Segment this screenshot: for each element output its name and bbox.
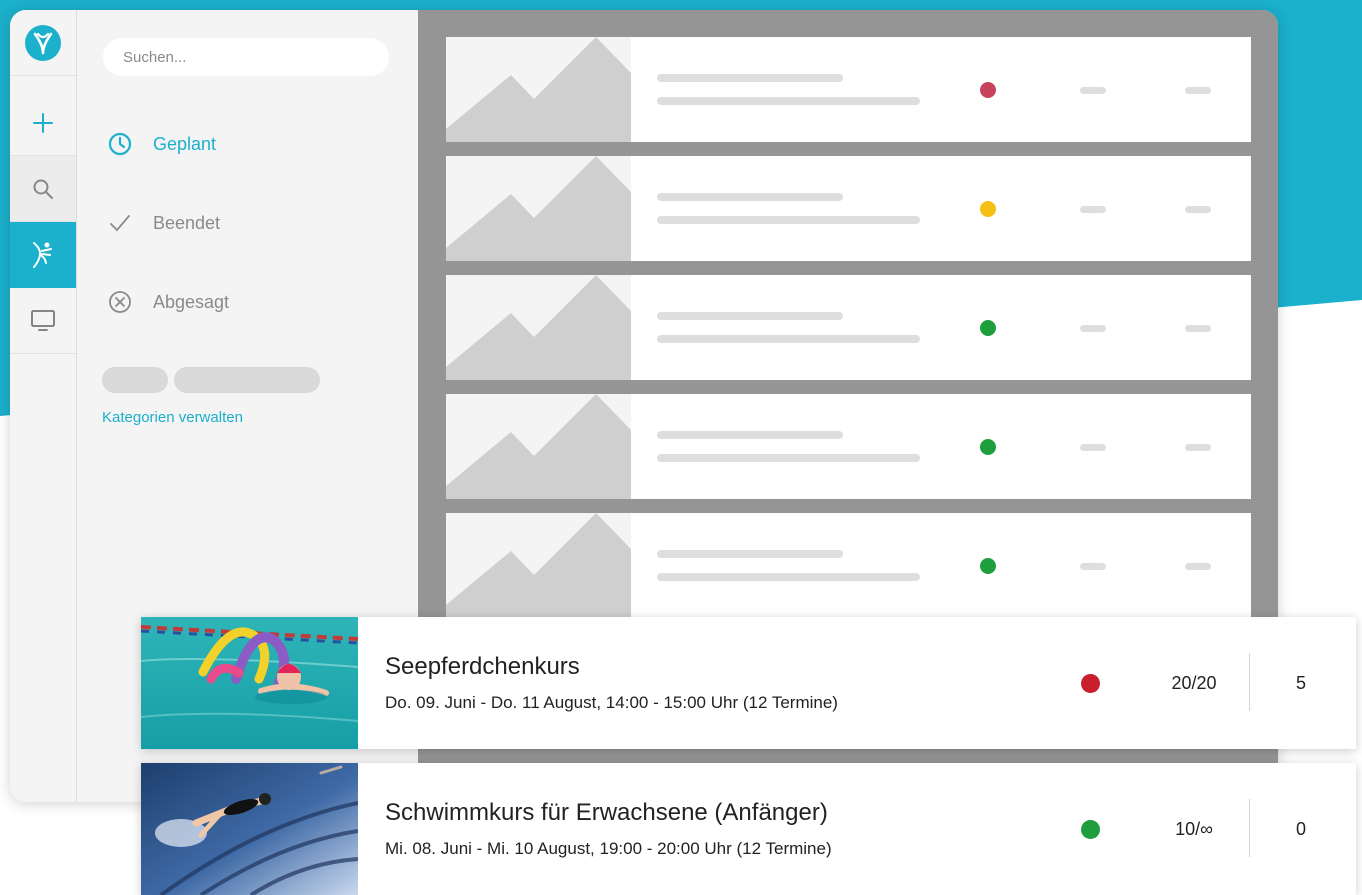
capacity-count: 20/20 [1171,673,1217,693]
dancer-icon [33,242,52,268]
placeholder-row [446,513,1251,618]
filter-abgesagt[interactable]: Abgesagt [107,289,229,315]
status-dot [980,558,996,574]
placeholder-row [446,37,1251,142]
circle-x-icon [107,289,133,315]
filter-label: Geplant [153,133,217,154]
filter-label: Abgesagt [153,291,230,312]
course-date: Do. 09. Juni - Do. 11 August, 14:00 - 15… [385,693,838,712]
capacity-count: 10/∞ [1175,819,1213,839]
add-button[interactable] [10,90,76,156]
search-icon [33,179,53,199]
status-dot-full [1081,674,1100,693]
course-title: Seepferdchenkurs [385,653,580,680]
adult-underwater-swimmer-photo [141,763,358,895]
search-input[interactable] [103,38,389,76]
status-dot [980,439,996,455]
waitlist-count: 0 [1295,819,1306,839]
waitlist-count: 5 [1295,673,1306,693]
checkmark-icon [107,210,133,236]
divider [1249,653,1250,711]
category-chip[interactable] [102,367,168,393]
status-dot [980,201,996,217]
course-title: Schwimmkurs für Erwachsene (Anfänger) [385,799,828,826]
image-placeholder-icon [446,275,631,380]
course-card-seepferdchenkurs[interactable]: Seepferdchenkurs Do. 09. Juni - Do. 11 A… [141,617,1356,749]
image-placeholder-icon [446,394,631,499]
divider [1249,799,1250,857]
filter-beendet[interactable]: Beendet [107,210,220,236]
monitor-icon [31,309,55,331]
placeholder-row [446,394,1251,499]
app-logo[interactable] [10,10,76,76]
placeholder-row [446,156,1251,261]
placeholder-row [446,275,1251,380]
image-placeholder-icon [446,156,631,261]
courses-nav-button[interactable] [10,222,76,288]
icon-rail [10,10,77,802]
status-dot-available [1081,820,1100,839]
course-card-schwimmkurs-erwachsene[interactable]: Schwimmkurs für Erwachsene (Anfänger) Mi… [141,763,1356,895]
image-placeholder-icon [446,37,631,142]
manage-categories-link[interactable]: Kategorien verwalten [102,409,243,426]
filter-label: Beendet [153,212,221,233]
status-dot [980,320,996,336]
app-logo-icon [25,24,61,61]
category-chip[interactable] [174,367,320,393]
display-nav-button[interactable] [10,288,76,354]
image-placeholder-icon [446,513,631,618]
children-swimming-pool-photo [141,617,358,749]
plus-icon [33,112,53,133]
filter-geplant[interactable]: Geplant [107,131,216,157]
course-date: Mi. 08. Juni - Mi. 10 August, 19:00 - 20… [385,839,832,858]
status-dot [980,82,996,98]
clock-icon [107,131,133,157]
search-nav-button[interactable] [10,156,76,222]
